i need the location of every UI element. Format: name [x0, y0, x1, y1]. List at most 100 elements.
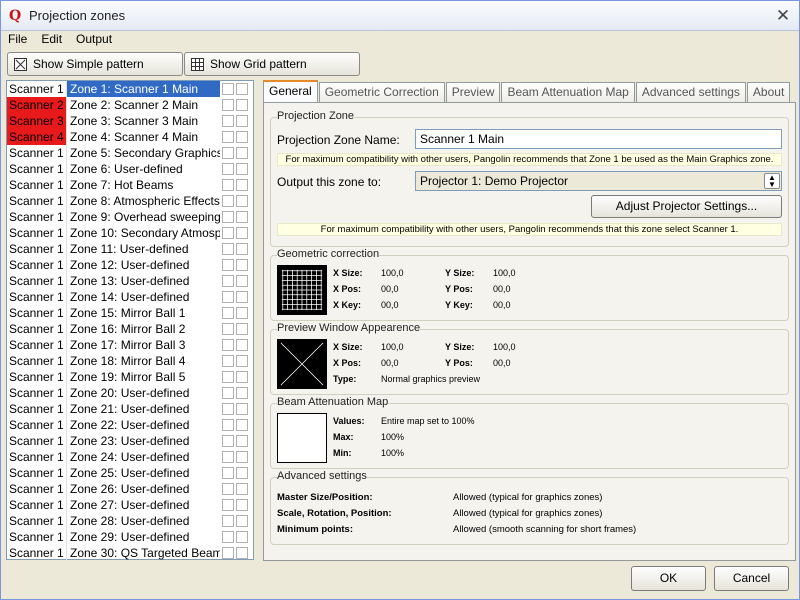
zone-name-cell[interactable]: Zone 15: Mirror Ball 1: [67, 305, 220, 321]
zone-scanner-cell[interactable]: Scanner 3: [7, 113, 67, 129]
zone-name-cell[interactable]: Zone 5: Secondary Graphics: [67, 145, 220, 161]
zone-checkbox[interactable]: [236, 259, 248, 271]
zone-name-cell[interactable]: Zone 19: Mirror Ball 5: [67, 369, 220, 385]
zone-scanner-cell[interactable]: Scanner 1: [7, 145, 67, 161]
zone-checkbox[interactable]: [222, 403, 234, 415]
zone-checkbox[interactable]: [236, 467, 248, 479]
zone-row[interactable]: Scanner 1 Zone 28: User-defined: [7, 513, 253, 529]
zone-row[interactable]: Scanner 1Zone 9: Overhead sweeping be: [7, 209, 253, 225]
tab-preview[interactable]: Preview: [445, 82, 501, 103]
cancel-button[interactable]: Cancel: [714, 566, 789, 591]
ok-button[interactable]: OK: [631, 566, 706, 591]
zone-checkbox[interactable]: [222, 195, 234, 207]
zone-scanner-cell[interactable]: Scanner 1: [7, 209, 67, 225]
zone-checkbox[interactable]: [236, 147, 248, 159]
zone-checkbox[interactable]: [236, 99, 248, 111]
title-bar[interactable]: Q Projection zones ✕: [1, 1, 799, 31]
show-simple-pattern-button[interactable]: Show Simple pattern: [7, 52, 183, 76]
zone-checkbox[interactable]: [236, 195, 248, 207]
zone-checkbox[interactable]: [222, 291, 234, 303]
zone-row[interactable]: Scanner 1 Zone 30: QS Targeted Beams: [7, 545, 253, 561]
zone-name-cell[interactable]: Zone 20: User-defined: [67, 385, 220, 401]
zone-name-cell[interactable]: Zone 1: Scanner 1 Main: [67, 81, 220, 97]
zone-name-cell[interactable]: Zone 14: User-defined: [67, 289, 220, 305]
zone-scanner-cell[interactable]: Scanner 1: [7, 273, 67, 289]
zone-checkbox[interactable]: [222, 355, 234, 367]
zone-row[interactable]: Scanner 1 Zone 6: User-defined: [7, 161, 253, 177]
zone-checkbox[interactable]: [236, 419, 248, 431]
zone-name-cell[interactable]: Zone 22: User-defined: [67, 417, 220, 433]
close-icon[interactable]: ✕: [773, 6, 793, 26]
zone-row[interactable]: Scanner 1 Zone 29: User-defined: [7, 529, 253, 545]
zone-checkbox[interactable]: [236, 243, 248, 255]
zone-scanner-cell[interactable]: Scanner 1: [7, 161, 67, 177]
zone-name-cell[interactable]: Zone 4: Scanner 4 Main: [67, 129, 220, 145]
zone-row[interactable]: Scanner 1 Zone 20: User-defined: [7, 385, 253, 401]
menu-file[interactable]: File: [1, 31, 34, 49]
zone-checkbox[interactable]: [222, 483, 234, 495]
zone-row[interactable]: Scanner 1 Zone 10: Secondary Atmosphe: [7, 225, 253, 241]
zone-name-cell[interactable]: Zone 3: Scanner 3 Main: [67, 113, 220, 129]
zone-row[interactable]: Scanner 1 Zone 14: User-defined: [7, 289, 253, 305]
zone-checkbox[interactable]: [222, 467, 234, 479]
zone-name-cell[interactable]: Zone 8: Atmospheric Effects: [67, 193, 220, 209]
zone-checkbox[interactable]: [236, 163, 248, 175]
zone-scanner-cell[interactable]: Scanner 1: [7, 353, 67, 369]
zone-checkbox[interactable]: [222, 387, 234, 399]
zone-checkbox[interactable]: [222, 131, 234, 143]
zone-checkbox[interactable]: [222, 99, 234, 111]
zone-name-cell[interactable]: Zone 10: Secondary Atmosphe: [67, 225, 220, 241]
zone-checkbox[interactable]: [222, 83, 234, 95]
zone-scanner-cell[interactable]: Scanner 1: [7, 225, 67, 241]
zone-row[interactable]: Scanner 1 Zone 25: User-defined: [7, 465, 253, 481]
zone-name-cell[interactable]: Zone 21: User-defined: [67, 401, 220, 417]
zone-scanner-cell[interactable]: Scanner 1: [7, 177, 67, 193]
show-grid-pattern-button[interactable]: Show Grid pattern: [184, 52, 360, 76]
zone-name-cell[interactable]: Zone 28: User-defined: [67, 513, 220, 529]
zone-name-cell[interactable]: Zone 26: User-defined: [67, 481, 220, 497]
output-projector-select[interactable]: Projector 1: Demo Projector ▲ ▼: [415, 171, 782, 191]
zone-checkbox[interactable]: [236, 435, 248, 447]
zone-name-cell[interactable]: Zone 7: Hot Beams: [67, 177, 220, 193]
zone-checkbox[interactable]: [222, 371, 234, 383]
zone-scanner-cell[interactable]: Scanner 4: [7, 129, 67, 145]
zone-name-cell[interactable]: Zone 9: Overhead sweeping be: [67, 209, 220, 225]
zone-checkbox[interactable]: [222, 259, 234, 271]
zone-row[interactable]: Scanner 1 Zone 19: Mirror Ball 5: [7, 369, 253, 385]
zone-checkbox[interactable]: [222, 227, 234, 239]
tab-advanced-settings[interactable]: Advanced settings: [635, 82, 746, 103]
zone-row[interactable]: Scanner 1 Zone 27: User-defined: [7, 497, 253, 513]
zone-checkbox[interactable]: [222, 307, 234, 319]
zone-scanner-cell[interactable]: Scanner 1: [7, 241, 67, 257]
zone-row[interactable]: Scanner 1 Zone 7: Hot Beams: [7, 177, 253, 193]
zone-row[interactable]: Scanner 1 Zone 21: User-defined: [7, 401, 253, 417]
zone-scanner-cell[interactable]: Scanner 1: [7, 289, 67, 305]
zone-scanner-cell[interactable]: Scanner 1: [7, 401, 67, 417]
zone-name-cell[interactable]: Zone 2: Scanner 2 Main: [67, 97, 220, 113]
zone-scanner-cell[interactable]: Scanner 1: [7, 257, 67, 273]
zone-checkbox[interactable]: [236, 211, 248, 223]
zone-row[interactable]: Scanner 1 Zone 22: User-defined: [7, 417, 253, 433]
zone-row[interactable]: Scanner 1 Zone 12: User-defined: [7, 257, 253, 273]
zone-scanner-cell[interactable]: Scanner 1: [7, 337, 67, 353]
menu-edit[interactable]: Edit: [34, 31, 69, 49]
zone-checkbox[interactable]: [236, 83, 248, 95]
zone-checkbox[interactable]: [236, 451, 248, 463]
zone-name-cell[interactable]: Zone 18: Mirror Ball 4: [67, 353, 220, 369]
zone-checkbox[interactable]: [222, 211, 234, 223]
zone-row[interactable]: Scanner 1 Zone 8: Atmospheric Effects: [7, 193, 253, 209]
zone-name-cell[interactable]: Zone 24: User-defined: [67, 449, 220, 465]
zone-row[interactable]: Scanner 1 Zone 5: Secondary Graphics: [7, 145, 253, 161]
zone-row[interactable]: Scanner 1 Zone 23: User-defined: [7, 433, 253, 449]
zone-checkbox[interactable]: [222, 419, 234, 431]
zone-scanner-cell[interactable]: Scanner 1: [7, 193, 67, 209]
zone-checkbox[interactable]: [236, 291, 248, 303]
zone-scanner-cell[interactable]: Scanner 1: [7, 481, 67, 497]
zone-name-cell[interactable]: Zone 16: Mirror Ball 2: [67, 321, 220, 337]
zone-checkbox[interactable]: [222, 515, 234, 527]
zone-checkbox[interactable]: [236, 515, 248, 527]
zone-scanner-cell[interactable]: Scanner 1: [7, 369, 67, 385]
zone-name-cell[interactable]: Zone 23: User-defined: [67, 433, 220, 449]
zone-name-cell[interactable]: Zone 6: User-defined: [67, 161, 220, 177]
zone-checkbox[interactable]: [236, 371, 248, 383]
